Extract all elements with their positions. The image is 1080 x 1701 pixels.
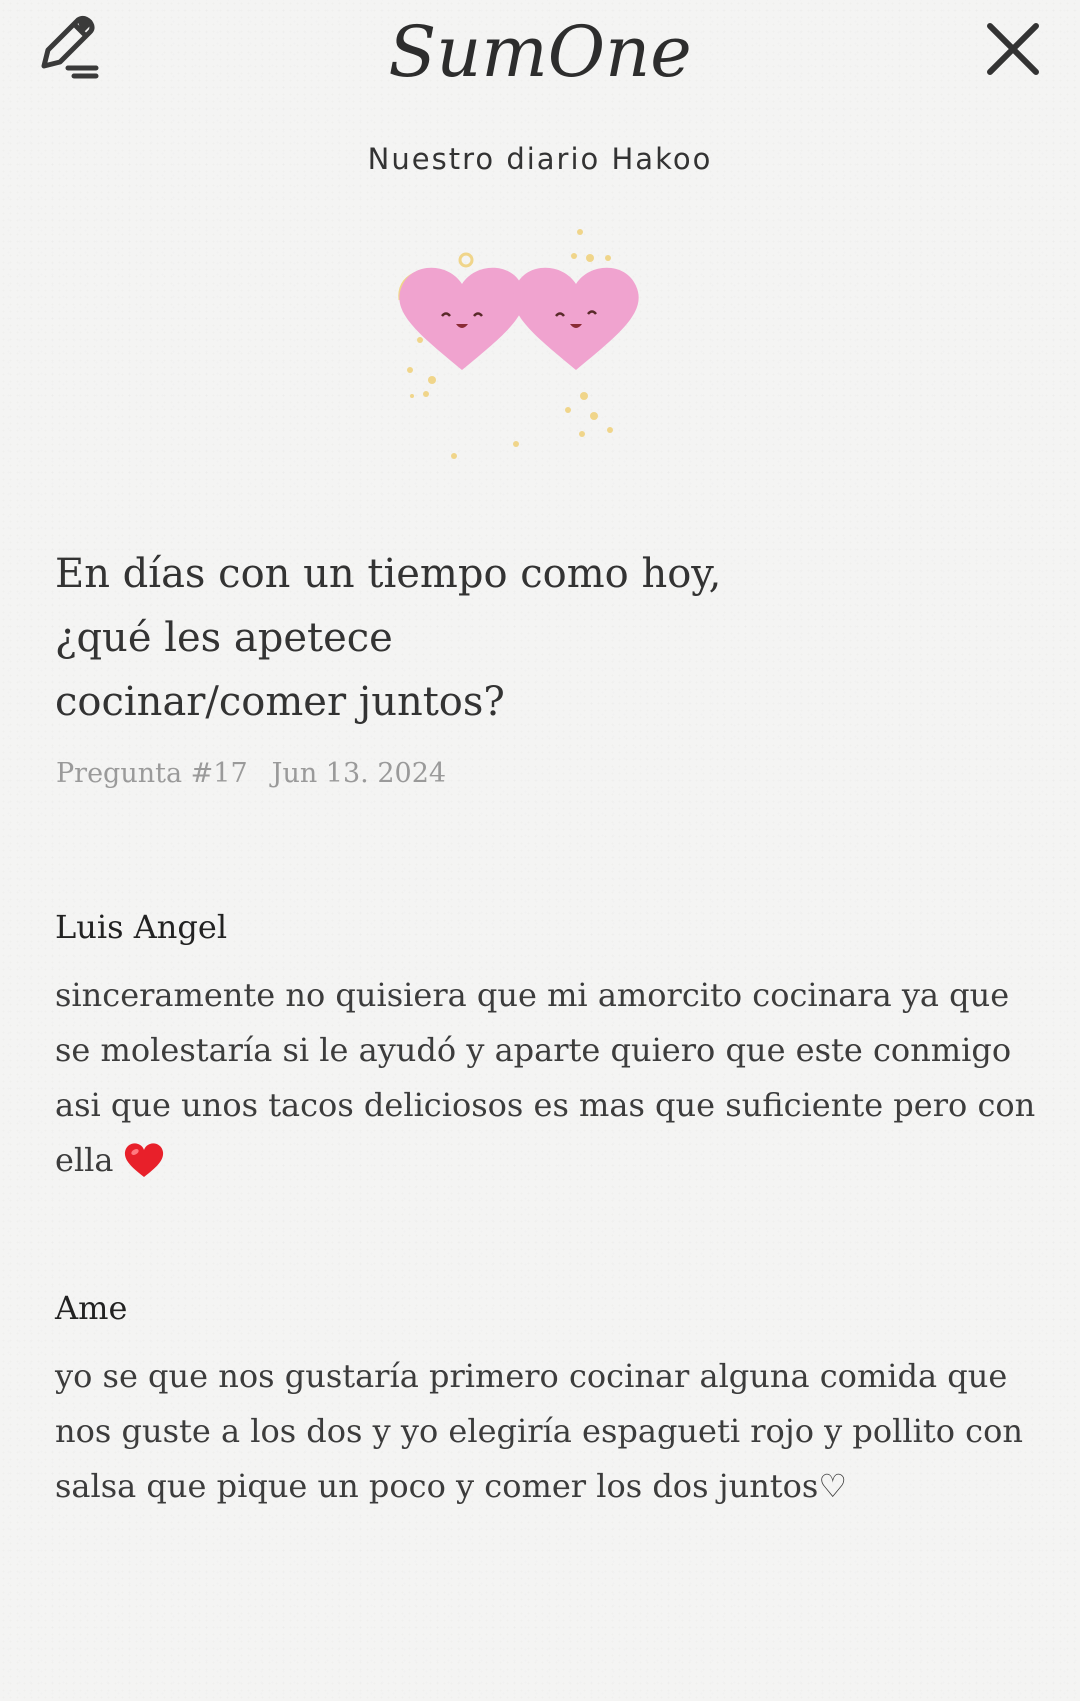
red-heart-emoji	[125, 1143, 164, 1177]
answer-text: sinceramente no quisiera que mi amorcito…	[55, 968, 1036, 1188]
right-heart	[513, 267, 639, 370]
answer-author-name: Luis Angel	[55, 908, 228, 946]
question-line: En días con un tiempo como hoy,	[55, 551, 722, 597]
answer-author-name: Ame	[55, 1289, 128, 1327]
question-date: Jun 13. 2024	[271, 758, 447, 789]
app-name: SumOne	[390, 11, 690, 93]
pencil-edit-icon	[41, 15, 99, 79]
question-meta: Pregunta #17 Jun 13. 2024	[56, 758, 446, 789]
answer-line: se molestaría si le ayudó y aparte quier…	[55, 1031, 1012, 1069]
answer-line: nos guste a los dos y yo elegiría espagu…	[55, 1412, 1023, 1450]
left-heart	[399, 267, 525, 370]
close-icon	[987, 23, 1039, 75]
diary-title: Nuestro diario Hakoo	[367, 142, 713, 176]
question-line: cocinar/comer juntos?	[55, 679, 505, 725]
close-button[interactable]	[982, 18, 1044, 80]
answer-line: yo se que nos gustaría primero cocinar a…	[55, 1357, 1008, 1395]
edit-button[interactable]	[34, 12, 108, 86]
answer-text: yo se que nos gustaría primero cocinar a…	[55, 1349, 1030, 1514]
answer-line: sinceramente no quisiera que mi amorcito…	[55, 976, 1010, 1014]
question-number: Pregunta #17	[56, 758, 248, 789]
question-line: ¿qué les apetece	[55, 615, 393, 661]
answer-line: asi que unos tacos deliciosos es mas que…	[55, 1086, 1036, 1124]
top-bar: SumOne	[0, 0, 1080, 110]
question-text: En días con un tiempo como hoy, ¿qué les…	[55, 542, 955, 734]
app-logo: SumOne	[390, 11, 690, 93]
two-hearts-illustration	[398, 229, 639, 459]
answer-line: salsa que pique un poco y comer los dos …	[55, 1467, 848, 1505]
answer-line: ella	[55, 1141, 114, 1179]
